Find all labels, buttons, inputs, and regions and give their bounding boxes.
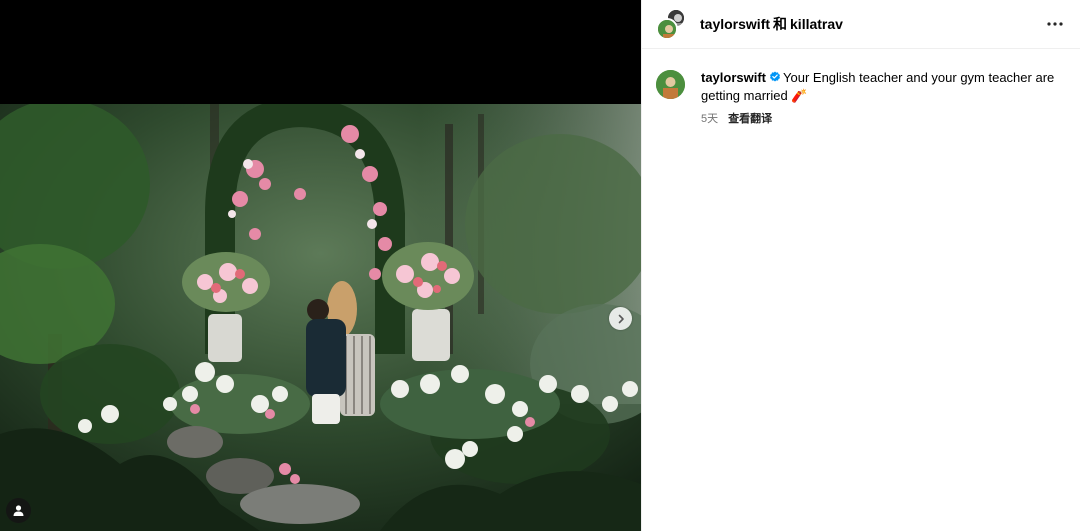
verified-badge-icon — [770, 71, 781, 82]
see-translation-link[interactable]: 查看翻译 — [728, 110, 772, 126]
post-container: taylorswift 和 killatrav taylorswift Your E… — [0, 0, 1080, 531]
post-photo[interactable] — [0, 104, 641, 531]
media-pane — [0, 0, 641, 531]
chevron-right-icon — [618, 314, 624, 323]
post-details-pane: taylorswift 和 killatrav taylorswift Your E… — [641, 0, 1080, 531]
collab-avatars[interactable] — [656, 8, 688, 40]
caption-text: taylorswift Your English teacher and you… — [701, 69, 1056, 105]
user-tag-icon — [13, 505, 24, 516]
header-username-primary[interactable]: taylorswift — [700, 16, 770, 32]
caption-row: taylorswift Your English teacher and you… — [642, 49, 1080, 126]
caption-meta: 5天 查看翻译 — [701, 110, 1056, 126]
tagged-users-button[interactable] — [6, 498, 31, 523]
firecracker-emoji: 🧨 — [791, 88, 808, 103]
post-age[interactable]: 5天 — [701, 110, 718, 126]
header-username-collab[interactable]: killatrav — [790, 16, 843, 32]
next-image-button[interactable] — [609, 307, 632, 330]
avatar[interactable] — [656, 70, 685, 99]
caption-username[interactable]: taylorswift — [701, 70, 766, 85]
caption-body: taylorswift Your English teacher and you… — [701, 69, 1056, 126]
more-options-button[interactable] — [1044, 14, 1066, 34]
post-header: taylorswift 和 killatrav — [642, 0, 1080, 49]
header-usernames: taylorswift 和 killatrav — [700, 14, 843, 34]
avatar[interactable] — [656, 18, 678, 40]
more-horizontal-icon — [1047, 22, 1063, 26]
header-conjunction: 和 — [773, 16, 788, 32]
